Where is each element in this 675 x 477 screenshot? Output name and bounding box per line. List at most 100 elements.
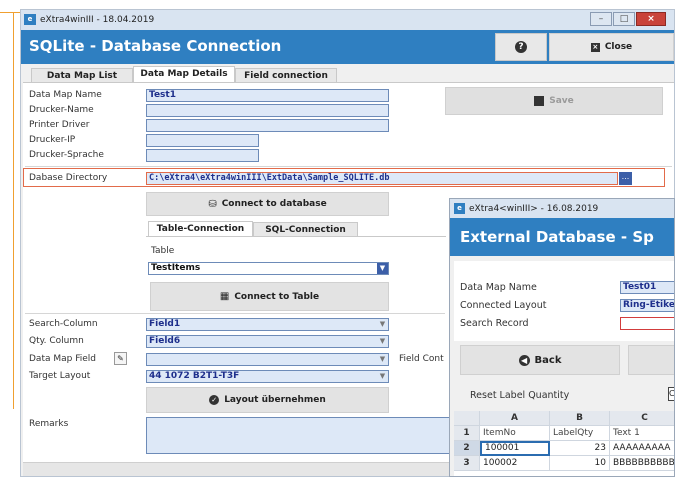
- data-map-name-field[interactable]: Test1: [146, 89, 389, 102]
- printer-driver-label: Printer Driver: [29, 120, 90, 130]
- database-directory-label: Dabase Directory: [29, 173, 108, 183]
- search-column-label: Search-Column: [29, 319, 98, 329]
- data-map-field-icon[interactable]: ✎: [114, 352, 127, 365]
- chevron-down-icon[interactable]: ▼: [377, 354, 388, 365]
- chevron-down-icon[interactable]: ▼: [377, 336, 388, 347]
- save-button[interactable]: Save: [445, 87, 663, 115]
- back-button-label: Back: [534, 354, 562, 366]
- column-header[interactable]: C: [610, 411, 674, 426]
- search-column-value: Field1: [149, 319, 181, 329]
- close-button-label: Close: [604, 42, 633, 52]
- table-cell[interactable]: 100001: [480, 441, 550, 456]
- check-circle-icon: ✓: [209, 395, 220, 405]
- arrow-left-icon: ◀: [518, 354, 530, 366]
- window-title: eXtra4winIII - 18.04.2019: [40, 15, 155, 25]
- tab-data-map-list[interactable]: Data Map List: [31, 68, 133, 83]
- data-map-field-select[interactable]: ▼: [146, 353, 389, 366]
- table-label: Table: [151, 246, 175, 256]
- drucker-sprache-field[interactable]: [146, 149, 259, 162]
- drucker-name-field[interactable]: [146, 104, 389, 117]
- app-icon: e: [24, 14, 36, 25]
- table-cell[interactable]: Text 1: [610, 426, 674, 441]
- database-directory-field[interactable]: C:\eXtra4\eXtra4winIII\ExtData\Sample_SQ…: [146, 172, 618, 185]
- help-button[interactable]: ?: [495, 33, 547, 61]
- table-select[interactable]: TestItems ▼: [148, 262, 389, 275]
- row-header[interactable]: 2: [454, 441, 480, 456]
- connect-table-button[interactable]: ▦ Connect to Table: [150, 282, 389, 311]
- tab-table-connection[interactable]: Table-Connection: [148, 221, 253, 237]
- window-title: eXtra4<winIII> - 16.08.2019: [469, 204, 599, 214]
- data-map-name-label: Data Map Name: [29, 90, 102, 100]
- save-icon: [534, 96, 545, 106]
- close-window-button[interactable]: ×: [636, 12, 666, 26]
- target-layout-value: 44 1072 B2T1-T3F: [149, 371, 240, 381]
- reset-quantity-field[interactable]: C: [668, 387, 674, 401]
- chevron-down-icon[interactable]: ▼: [377, 319, 388, 330]
- data-map-name-label: Data Map Name: [460, 282, 537, 293]
- table-cell[interactable]: 10: [550, 456, 610, 471]
- target-layout-select[interactable]: 44 1072 B2T1-T3F ▼: [146, 370, 389, 383]
- app-icon: e: [454, 203, 465, 214]
- column-header[interactable]: B: [550, 411, 610, 426]
- minimize-button[interactable]: –: [590, 12, 612, 26]
- close-icon: ×: [590, 42, 600, 52]
- search-column-select[interactable]: Field1 ▼: [146, 318, 389, 331]
- title-bar: e eXtra4winIII - 18.04.2019 – □ ×: [21, 10, 674, 30]
- tab-data-map-details[interactable]: Data Map Details: [133, 66, 235, 83]
- target-layout-label: Target Layout: [29, 371, 91, 381]
- table-cell[interactable]: 23: [550, 441, 610, 456]
- connected-layout-field[interactable]: Ring-Etike: [620, 299, 674, 312]
- help-icon: ?: [515, 41, 527, 53]
- connect-database-button[interactable]: ⛁ Connect to database: [146, 192, 389, 216]
- remarks-label: Remarks: [29, 419, 69, 429]
- data-map-name-field[interactable]: Test01: [620, 281, 674, 294]
- table-cell[interactable]: ItemNo: [480, 426, 550, 441]
- row-header[interactable]: 3: [454, 456, 480, 471]
- connect-table-label: Connect to Table: [234, 291, 320, 302]
- table-grid-icon: ▦: [219, 291, 230, 302]
- divider: [25, 166, 672, 167]
- printer-driver-field[interactable]: [146, 119, 389, 132]
- table-cell[interactable]: BBBBBBBBBB: [610, 456, 674, 471]
- field-content-label: Field Cont: [399, 354, 444, 364]
- qty-column-select[interactable]: Field6 ▼: [146, 335, 389, 348]
- browse-button[interactable]: ...: [619, 172, 632, 185]
- data-map-field-label: Data Map Field: [29, 354, 96, 364]
- connected-layout-label: Connected Layout: [460, 300, 547, 311]
- chevron-down-icon[interactable]: ▼: [377, 263, 388, 274]
- divider: [25, 313, 445, 314]
- table-cell[interactable]: LabelQty: [550, 426, 610, 441]
- search-record-field[interactable]: [620, 317, 674, 330]
- save-button-label: Save: [549, 96, 574, 106]
- annotation-line: [13, 12, 14, 409]
- column-header[interactable]: A: [480, 411, 550, 426]
- back-button[interactable]: ◀ Back: [460, 345, 620, 375]
- remarks-field[interactable]: [146, 417, 456, 454]
- layout-apply-label: Layout übernehmen: [224, 395, 326, 405]
- layout-apply-button[interactable]: ✓ Layout übernehmen: [146, 387, 389, 413]
- table-select-value: TestItems: [151, 263, 201, 273]
- qty-column-value: Field6: [149, 336, 181, 346]
- grid-corner: [454, 411, 480, 426]
- header-banner: External Database - Sp: [450, 218, 674, 256]
- connect-database-label: Connect to database: [221, 199, 327, 209]
- drucker-name-label: Drucker-Name: [29, 105, 94, 115]
- page-title: External Database - Sp: [460, 228, 654, 246]
- close-button[interactable]: × Close: [549, 33, 674, 61]
- table-cell[interactable]: 100002: [480, 456, 550, 471]
- tab-field-connection[interactable]: Field connection: [235, 68, 337, 83]
- drucker-ip-field[interactable]: [146, 134, 259, 147]
- reset-label-quantity-label: Reset Label Quantity: [470, 390, 570, 401]
- row-header[interactable]: 1: [454, 426, 480, 441]
- annotation-line: [0, 12, 21, 13]
- sub-tab-panel: [146, 236, 446, 237]
- maximize-button[interactable]: □: [613, 12, 635, 26]
- search-record-label: Search Record: [460, 318, 529, 329]
- external-database-window: e eXtra4<winIII> - 16.08.2019 External D…: [449, 198, 675, 477]
- table-cell[interactable]: AAAAAAAAA: [610, 441, 674, 456]
- qty-column-label: Qty. Column: [29, 336, 84, 346]
- drucker-ip-label: Drucker-IP: [29, 135, 76, 145]
- chevron-down-icon[interactable]: ▼: [377, 371, 388, 382]
- tab-sql-connection[interactable]: SQL-Connection: [253, 222, 358, 237]
- next-button[interactable]: [628, 345, 674, 375]
